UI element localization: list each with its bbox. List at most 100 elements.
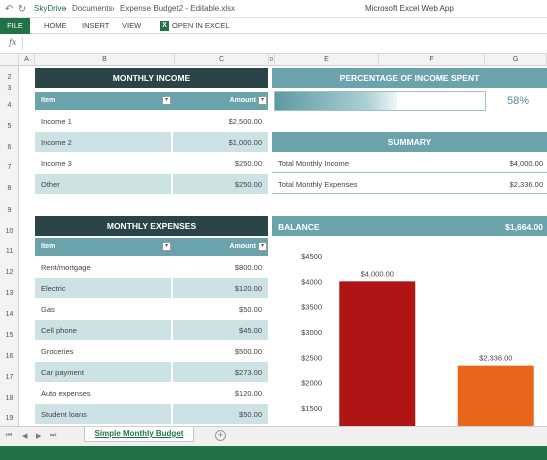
sheet-tabs-bar: ⏮ ◀ ▶ ⏭ Simple Monthly Budget + [0,426,547,446]
row-header[interactable]: 16 [0,353,19,360]
expenses-item-header: Item [41,243,56,250]
row-header[interactable]: 18 [0,395,19,402]
bar-data-label: $4,000.00 [361,269,394,278]
income-row[interactable]: Income 1 $2,500.00 [35,111,268,131]
chart-bar[interactable] [457,365,534,426]
select-all-corner[interactable] [0,54,19,66]
tab-home[interactable]: HOME [44,18,67,34]
add-sheet-icon[interactable]: + [215,430,226,441]
expenses-amount-header: Amount [229,243,256,250]
row-header[interactable]: 4 [0,102,19,109]
expense-row[interactable]: Student loans $50.00 [35,404,268,424]
expense-row[interactable]: Rent/mortgage $800.00 [35,257,268,277]
balance-chart[interactable]: $4500 $4000 $3500 $3000 $2500 $2000 $1500 $4,00… [272,240,547,426]
open-in-excel-button[interactable]: X OPEN IN EXCEL [160,18,230,34]
row-header[interactable]: 12 [0,269,19,276]
income-amount: $250.00 [234,159,262,168]
worksheet-grid[interactable]: MONTHLY INCOME Item ▾ Amount ▾ Income 1 … [19,66,547,426]
expense-row[interactable]: Car payment $273.00 [35,362,268,382]
row-header[interactable]: 6 [0,144,19,151]
tab-file[interactable]: FILE [0,18,30,34]
row-header[interactable]: 7 [0,164,19,171]
column-header-g[interactable]: G [485,54,547,66]
sheet-tab-simple-monthly-budget[interactable]: Simple Monthly Budget [84,427,194,442]
summary-row[interactable]: Total Monthly Income $4,000.00 [272,153,547,173]
row-header[interactable]: 5 [0,123,19,130]
income-row[interactable]: Other $250.00 [35,174,268,194]
function-icon[interactable]: fx [9,38,16,47]
column-header-f[interactable]: F [379,54,485,66]
expense-item: Car payment [41,368,84,377]
column-header-c[interactable]: C [175,54,269,66]
breadcrumb-documents[interactable]: Documents [72,4,112,13]
column-header-a[interactable]: A [19,54,35,66]
income-row[interactable]: Income 3 $250.00 [35,153,268,173]
breadcrumb-separator-icon: › [112,4,115,13]
column-headers: A B C D E F G [0,54,547,66]
cell-divider [171,320,173,340]
row-header[interactable]: 13 [0,290,19,297]
last-sheet-icon[interactable]: ⏭ [50,432,56,440]
tab-view[interactable]: VIEW [122,18,141,34]
income-row[interactable]: Income 2 $1,000.00 [35,132,268,152]
expense-amount: $273.00 [234,368,262,377]
tab-insert[interactable]: INSERT [82,18,109,34]
undo-icon[interactable]: ↶ [3,3,15,15]
income-amount: $2,500.00 [228,117,262,126]
monthly-expenses-header: MONTHLY EXPENSES [35,216,268,236]
y-tick-label: $1500 [301,404,322,413]
row-header[interactable]: 3 [0,85,19,92]
row-header[interactable]: 17 [0,374,19,381]
row-header[interactable]: 2 [0,74,19,81]
income-amount: $250.00 [234,180,262,189]
expense-row[interactable]: Groceries $500.00 [35,341,268,361]
income-amount-filter-icon[interactable]: ▾ [258,96,267,105]
expense-row[interactable]: Auto expenses $120.00 [35,383,268,403]
income-item: Income 2 [41,138,72,147]
expenses-amount-filter-icon[interactable]: ▾ [258,242,267,251]
expense-row[interactable]: Cell phone $45.00 [35,320,268,340]
income-item-header: Item [41,97,56,104]
expense-amount: $45.00 [239,326,262,335]
formula-input[interactable] [26,37,541,51]
row-header[interactable]: 15 [0,332,19,339]
expense-amount: $500.00 [234,347,262,356]
column-header-b[interactable]: B [35,54,175,66]
balance-bar: BALANCE $1,664.00 [272,216,547,236]
summary-row[interactable]: Total Monthly Expenses $2,336.00 [272,174,547,194]
income-amount-header: Amount [229,97,256,104]
summary-amount: $4,000.00 [509,159,543,168]
next-sheet-icon[interactable]: ▶ [36,432,41,440]
cell-divider [171,278,173,298]
ribbon-tabs: FILE HOME INSERT VIEW X OPEN IN EXCEL [0,18,547,34]
row-header[interactable]: 9 [0,207,19,214]
previous-sheet-icon[interactable]: ◀ [22,432,27,440]
chart-bar[interactable] [339,281,416,426]
expense-row[interactable]: Electric $120.00 [35,278,268,298]
expense-row[interactable]: Gas $50.00 [35,299,268,319]
expenses-item-filter-icon[interactable]: ▾ [162,242,171,251]
income-item: Other [41,180,60,189]
row-header[interactable]: 11 [0,248,19,255]
title-bar: ↶ ↻ SkyDrive › Documents › Expense Budge… [0,0,547,18]
row-header[interactable]: 10 [0,228,19,235]
row-header[interactable]: 14 [0,311,19,318]
redo-icon[interactable]: ↻ [16,3,28,15]
y-tick-label: $2500 [301,353,322,362]
row-header[interactable]: 19 [0,415,19,422]
row-header[interactable]: 8 [0,185,19,192]
cell-divider [171,132,173,152]
percentage-progress-bar [274,91,486,111]
income-item: Income 3 [41,159,72,168]
percentage-progress-fill [275,92,397,110]
first-sheet-icon[interactable]: ⏮ [6,432,12,440]
balance-value: $1,664.00 [505,222,543,232]
open-in-excel-label: OPEN IN EXCEL [172,21,230,30]
breadcrumb-skydrive[interactable]: SkyDrive [34,4,66,13]
summary-label: Total Monthly Income [278,159,349,168]
column-header-e[interactable]: E [275,54,379,66]
income-amount: $1,000.00 [228,138,262,147]
income-item-filter-icon[interactable]: ▾ [162,96,171,105]
expense-amount: $120.00 [234,389,262,398]
app-title: Microsoft Excel Web App [365,4,454,13]
